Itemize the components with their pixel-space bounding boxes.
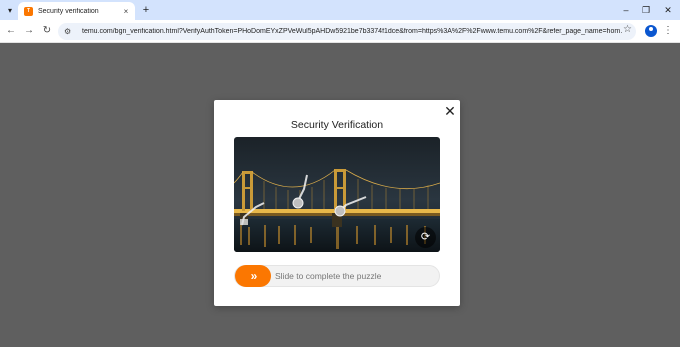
double-chevron-right-icon: » (250, 269, 258, 283)
url-text[interactable]: temu.com/bgn_verification.html?VerifyAut… (82, 28, 622, 35)
profile-avatar-icon[interactable] (645, 25, 657, 37)
dialog-title: Security Verification (290, 119, 384, 131)
tab-search-button[interactable]: ▾ (3, 3, 17, 17)
chevron-down-icon: ▾ (7, 5, 12, 15)
temu-favicon-icon: T (24, 6, 33, 16)
tab-title: Security verification (38, 7, 99, 15)
close-icon[interactable]: ✕ (443, 104, 457, 118)
slider-handle[interactable]: » (235, 265, 271, 287)
address-bar[interactable]: ⚙ temu.com/bgn_verification.html?VerifyA… (58, 23, 636, 40)
new-tab-button[interactable]: + (140, 3, 152, 17)
puzzle-image: ⟳ (234, 137, 440, 252)
slider-instruction: Slide to complete the puzzle (275, 271, 382, 281)
puzzle-slider-track[interactable]: » Slide to complete the puzzle (234, 265, 440, 287)
tab-strip: ▾ T Security verification × + – ❐ ✕ (0, 0, 680, 20)
refresh-icon[interactable]: ⟳ (415, 227, 436, 248)
active-tab[interactable]: T Security verification × (18, 2, 135, 20)
bridge-night-picture (234, 137, 440, 252)
forward-arrow-icon[interactable]: → (22, 24, 36, 38)
menu-kebab-icon[interactable]: ⋮ (663, 24, 673, 38)
site-info-icon[interactable]: ⚙ (64, 27, 76, 36)
tab-close-icon[interactable]: × (121, 7, 131, 16)
bookmark-star-icon[interactable]: ☆ (623, 24, 632, 35)
reload-icon[interactable]: ↻ (40, 24, 54, 38)
close-window-icon[interactable]: ✕ (660, 3, 676, 17)
security-verification-dialog: ✕ Security Verification ⟳ » Slide to com… (214, 100, 460, 306)
minimize-icon[interactable]: – (618, 3, 634, 17)
browser-toolbar: ← → ↻ ⚙ temu.com/bgn_verification.html?V… (0, 20, 680, 43)
back-arrow-icon[interactable]: ← (4, 24, 18, 38)
restore-icon[interactable]: ❐ (638, 3, 654, 17)
